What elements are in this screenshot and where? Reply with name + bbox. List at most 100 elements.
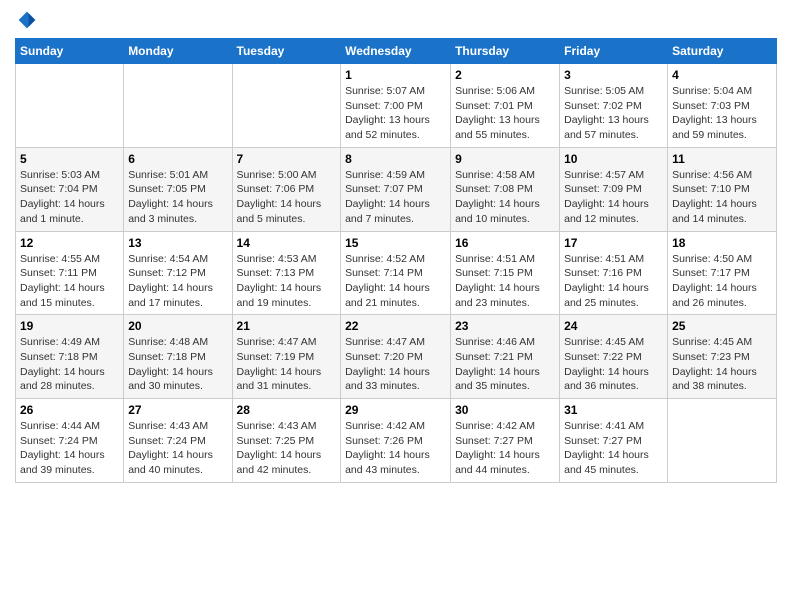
day-number: 7 — [237, 152, 337, 166]
day-number: 21 — [237, 319, 337, 333]
calendar-cell: 15 Sunrise: 4:52 AM Sunset: 7:14 PM Dayli… — [341, 231, 451, 315]
day-info: Sunrise: 5:06 AM Sunset: 7:01 PM Dayligh… — [455, 84, 555, 143]
weekday-header: Saturday — [668, 39, 777, 64]
calendar-week-row: 26 Sunrise: 4:44 AM Sunset: 7:24 PM Dayli… — [16, 399, 777, 483]
weekday-header: Friday — [560, 39, 668, 64]
calendar-cell: 11 Sunrise: 4:56 AM Sunset: 7:10 PM Dayli… — [668, 147, 777, 231]
calendar-cell: 5 Sunrise: 5:03 AM Sunset: 7:04 PM Daylig… — [16, 147, 124, 231]
day-info: Sunrise: 4:56 AM Sunset: 7:10 PM Dayligh… — [672, 168, 772, 227]
day-number: 30 — [455, 403, 555, 417]
day-info: Sunrise: 4:41 AM Sunset: 7:27 PM Dayligh… — [564, 419, 663, 478]
calendar-cell — [668, 399, 777, 483]
day-info: Sunrise: 4:44 AM Sunset: 7:24 PM Dayligh… — [20, 419, 119, 478]
header-row: SundayMondayTuesdayWednesdayThursdayFrid… — [16, 39, 777, 64]
day-info: Sunrise: 5:04 AM Sunset: 7:03 PM Dayligh… — [672, 84, 772, 143]
calendar-cell: 18 Sunrise: 4:50 AM Sunset: 7:17 PM Dayli… — [668, 231, 777, 315]
header — [15, 10, 777, 30]
day-info: Sunrise: 4:52 AM Sunset: 7:14 PM Dayligh… — [345, 252, 446, 311]
day-number: 27 — [128, 403, 227, 417]
day-info: Sunrise: 4:42 AM Sunset: 7:27 PM Dayligh… — [455, 419, 555, 478]
calendar-cell: 16 Sunrise: 4:51 AM Sunset: 7:15 PM Dayli… — [451, 231, 560, 315]
calendar-cell: 1 Sunrise: 5:07 AM Sunset: 7:00 PM Daylig… — [341, 64, 451, 148]
calendar-week-row: 12 Sunrise: 4:55 AM Sunset: 7:11 PM Dayli… — [16, 231, 777, 315]
day-number: 12 — [20, 236, 119, 250]
calendar-cell: 21 Sunrise: 4:47 AM Sunset: 7:19 PM Dayli… — [232, 315, 341, 399]
day-number: 14 — [237, 236, 337, 250]
day-info: Sunrise: 4:55 AM Sunset: 7:11 PM Dayligh… — [20, 252, 119, 311]
day-number: 18 — [672, 236, 772, 250]
day-number: 26 — [20, 403, 119, 417]
calendar-week-row: 19Sunrise: 4:49 AM Sunset: 7:18 PM Dayli… — [16, 315, 777, 399]
day-info: Sunrise: 4:45 AM Sunset: 7:22 PM Dayligh… — [564, 335, 663, 394]
calendar-cell: 7 Sunrise: 5:00 AM Sunset: 7:06 PM Daylig… — [232, 147, 341, 231]
day-number: 11 — [672, 152, 772, 166]
day-number: 9 — [455, 152, 555, 166]
day-number: 8 — [345, 152, 446, 166]
calendar-cell: 25 Sunrise: 4:45 AM Sunset: 7:23 PM Dayli… — [668, 315, 777, 399]
logo — [15, 10, 37, 30]
day-number: 28 — [237, 403, 337, 417]
calendar-cell: 29Sunrise: 4:42 AM Sunset: 7:26 PM Dayli… — [341, 399, 451, 483]
calendar-cell: 31Sunrise: 4:41 AM Sunset: 7:27 PM Dayli… — [560, 399, 668, 483]
day-info: Sunrise: 4:49 AM Sunset: 7:18 PM Dayligh… — [20, 335, 119, 394]
weekday-header: Wednesday — [341, 39, 451, 64]
day-info: Sunrise: 4:51 AM Sunset: 7:16 PM Dayligh… — [564, 252, 663, 311]
calendar-cell — [232, 64, 341, 148]
day-info: Sunrise: 4:45 AM Sunset: 7:23 PM Dayligh… — [672, 335, 772, 394]
day-number: 16 — [455, 236, 555, 250]
day-number: 23 — [455, 319, 555, 333]
calendar-cell: 27 Sunrise: 4:43 AM Sunset: 7:24 PM Dayli… — [124, 399, 232, 483]
weekday-header: Monday — [124, 39, 232, 64]
calendar-cell: 24 Sunrise: 4:45 AM Sunset: 7:22 PM Dayli… — [560, 315, 668, 399]
calendar-week-row: 5 Sunrise: 5:03 AM Sunset: 7:04 PM Daylig… — [16, 147, 777, 231]
calendar-cell: 4 Sunrise: 5:04 AM Sunset: 7:03 PM Daylig… — [668, 64, 777, 148]
day-number: 25 — [672, 319, 772, 333]
day-number: 4 — [672, 68, 772, 82]
day-number: 29 — [345, 403, 446, 417]
page: SundayMondayTuesdayWednesdayThursdayFrid… — [0, 0, 792, 612]
calendar-cell: 12 Sunrise: 4:55 AM Sunset: 7:11 PM Dayli… — [16, 231, 124, 315]
day-info: Sunrise: 4:48 AM Sunset: 7:18 PM Dayligh… — [128, 335, 227, 394]
day-number: 15 — [345, 236, 446, 250]
calendar-cell: 2 Sunrise: 5:06 AM Sunset: 7:01 PM Daylig… — [451, 64, 560, 148]
weekday-header: Tuesday — [232, 39, 341, 64]
day-number: 1 — [345, 68, 446, 82]
day-info: Sunrise: 5:07 AM Sunset: 7:00 PM Dayligh… — [345, 84, 446, 143]
day-info: Sunrise: 4:47 AM Sunset: 7:19 PM Dayligh… — [237, 335, 337, 394]
calendar-cell: 8 Sunrise: 4:59 AM Sunset: 7:07 PM Daylig… — [341, 147, 451, 231]
day-info: Sunrise: 5:01 AM Sunset: 7:05 PM Dayligh… — [128, 168, 227, 227]
calendar-cell: 9 Sunrise: 4:58 AM Sunset: 7:08 PM Daylig… — [451, 147, 560, 231]
calendar-cell: 3 Sunrise: 5:05 AM Sunset: 7:02 PM Daylig… — [560, 64, 668, 148]
day-number: 2 — [455, 68, 555, 82]
day-info: Sunrise: 4:43 AM Sunset: 7:24 PM Dayligh… — [128, 419, 227, 478]
day-info: Sunrise: 4:59 AM Sunset: 7:07 PM Dayligh… — [345, 168, 446, 227]
calendar-cell — [124, 64, 232, 148]
day-number: 3 — [564, 68, 663, 82]
calendar-cell: 26 Sunrise: 4:44 AM Sunset: 7:24 PM Dayli… — [16, 399, 124, 483]
day-info: Sunrise: 5:00 AM Sunset: 7:06 PM Dayligh… — [237, 168, 337, 227]
day-number: 22 — [345, 319, 446, 333]
day-info: Sunrise: 4:46 AM Sunset: 7:21 PM Dayligh… — [455, 335, 555, 394]
day-number: 24 — [564, 319, 663, 333]
calendar-table: SundayMondayTuesdayWednesdayThursdayFrid… — [15, 38, 777, 483]
calendar-cell: 6 Sunrise: 5:01 AM Sunset: 7:05 PM Daylig… — [124, 147, 232, 231]
day-number: 6 — [128, 152, 227, 166]
day-number: 17 — [564, 236, 663, 250]
day-info: Sunrise: 4:54 AM Sunset: 7:12 PM Dayligh… — [128, 252, 227, 311]
day-number: 5 — [20, 152, 119, 166]
calendar-cell: 19Sunrise: 4:49 AM Sunset: 7:18 PM Dayli… — [16, 315, 124, 399]
day-info: Sunrise: 4:51 AM Sunset: 7:15 PM Dayligh… — [455, 252, 555, 311]
day-info: Sunrise: 4:57 AM Sunset: 7:09 PM Dayligh… — [564, 168, 663, 227]
calendar-cell: 22Sunrise: 4:47 AM Sunset: 7:20 PM Dayli… — [341, 315, 451, 399]
calendar-week-row: 1 Sunrise: 5:07 AM Sunset: 7:00 PM Daylig… — [16, 64, 777, 148]
day-info: Sunrise: 4:50 AM Sunset: 7:17 PM Dayligh… — [672, 252, 772, 311]
day-number: 20 — [128, 319, 227, 333]
day-info: Sunrise: 5:03 AM Sunset: 7:04 PM Dayligh… — [20, 168, 119, 227]
day-info: Sunrise: 5:05 AM Sunset: 7:02 PM Dayligh… — [564, 84, 663, 143]
calendar-cell: 28Sunrise: 4:43 AM Sunset: 7:25 PM Dayli… — [232, 399, 341, 483]
day-info: Sunrise: 4:53 AM Sunset: 7:13 PM Dayligh… — [237, 252, 337, 311]
calendar-cell: 14 Sunrise: 4:53 AM Sunset: 7:13 PM Dayli… — [232, 231, 341, 315]
calendar-cell: 20 Sunrise: 4:48 AM Sunset: 7:18 PM Dayli… — [124, 315, 232, 399]
day-info: Sunrise: 4:58 AM Sunset: 7:08 PM Dayligh… — [455, 168, 555, 227]
weekday-header: Sunday — [16, 39, 124, 64]
